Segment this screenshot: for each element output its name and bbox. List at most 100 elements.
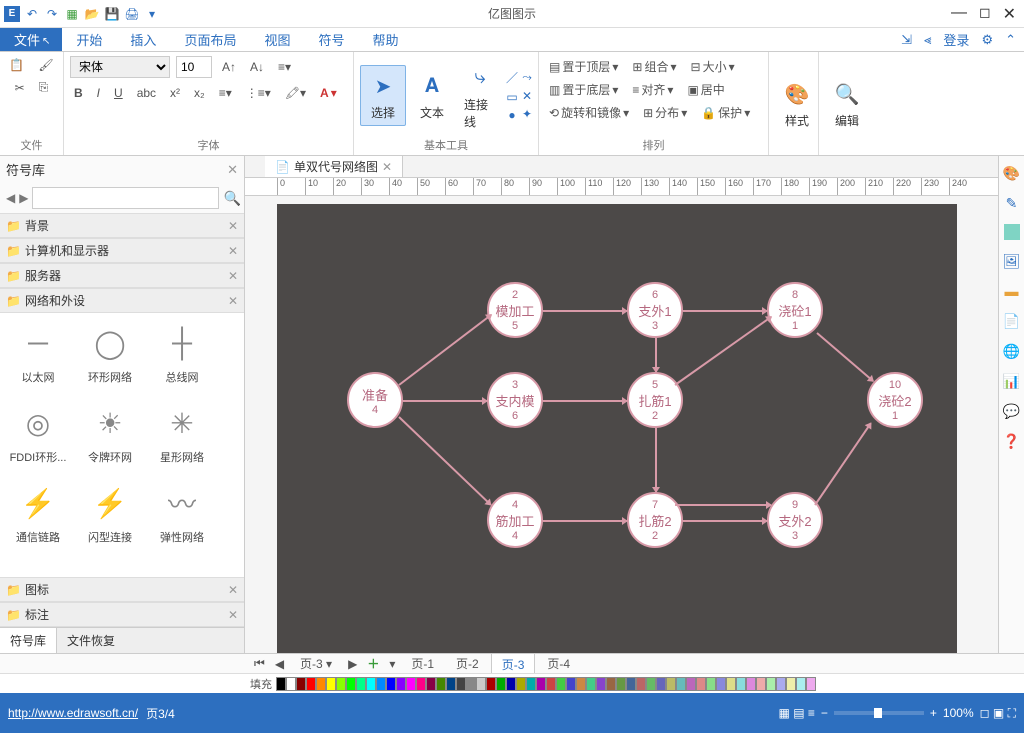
- shape-item[interactable]: ◯环形网络: [74, 319, 146, 399]
- font-size-input[interactable]: [176, 56, 212, 78]
- connector-arrow[interactable]: [674, 316, 771, 386]
- menu-insert[interactable]: 插入: [116, 28, 170, 51]
- superscript-icon[interactable]: x²: [166, 84, 184, 102]
- color-swatch[interactable]: [426, 677, 436, 691]
- color-swatch[interactable]: [456, 677, 466, 691]
- color-swatch[interactable]: [416, 677, 426, 691]
- color-swatch[interactable]: [296, 677, 306, 691]
- print-icon[interactable]: 🖨: [124, 6, 140, 22]
- data-icon[interactable]: 📊: [1003, 372, 1021, 390]
- page-tab-3[interactable]: 页-3: [491, 653, 536, 675]
- status-url[interactable]: http://www.edrawsoft.cn/: [8, 706, 138, 720]
- side-cat-icon[interactable]: 📁图标✕: [0, 577, 244, 602]
- color-swatch[interactable]: [656, 677, 666, 691]
- connector-arrow[interactable]: [403, 400, 487, 402]
- color-swatch[interactable]: [806, 677, 816, 691]
- shape-item[interactable]: ─以太网: [2, 319, 74, 399]
- color-swatch[interactable]: [406, 677, 416, 691]
- color-swatch[interactable]: [746, 677, 756, 691]
- side-nav-back-icon[interactable]: ◀: [6, 191, 15, 205]
- color-swatch[interactable]: [706, 677, 716, 691]
- menu-help[interactable]: 帮助: [358, 28, 412, 51]
- color-swatch[interactable]: [346, 677, 356, 691]
- zoom-out-icon[interactable]: −: [821, 706, 828, 720]
- shape-item[interactable]: ☁因特尔网...: [146, 559, 218, 577]
- sidepanel-close-icon[interactable]: ✕: [227, 162, 238, 178]
- side-tab-recover[interactable]: 文件恢复: [56, 628, 125, 653]
- decrease-font-icon[interactable]: A↓: [246, 58, 268, 76]
- color-swatch[interactable]: [726, 677, 736, 691]
- color-swatch[interactable]: [546, 677, 556, 691]
- color-swatch[interactable]: [436, 677, 446, 691]
- close-icon[interactable]: ✕: [1003, 4, 1016, 24]
- bring-front-button[interactable]: ▤ 置于顶层▾: [545, 56, 622, 77]
- select-tool[interactable]: ➤选择: [360, 65, 406, 126]
- color-swatch[interactable]: [486, 677, 496, 691]
- color-swatch[interactable]: [326, 677, 336, 691]
- color-swatch[interactable]: [496, 677, 506, 691]
- connector-arrow[interactable]: [543, 310, 627, 312]
- page-add-icon[interactable]: ＋: [363, 655, 383, 672]
- page-tab-1[interactable]: 页-1: [401, 653, 444, 674]
- new-icon[interactable]: ▦: [64, 6, 80, 22]
- color-swatch[interactable]: [686, 677, 696, 691]
- doc-tab-close-icon[interactable]: ✕: [382, 160, 392, 174]
- diagram-node[interactable]: 4筋加工4: [487, 492, 543, 548]
- canvas[interactable]: 准备42模加工53支内模64筋加工46支外135扎筋127扎筋228浇砼119支…: [277, 204, 957, 653]
- color-swatch[interactable]: [586, 677, 596, 691]
- side-category[interactable]: 📁计算机和显示器✕: [0, 238, 244, 263]
- italic-icon[interactable]: I: [93, 84, 104, 102]
- side-nav-fwd-icon[interactable]: ▶: [19, 191, 28, 205]
- cut-icon[interactable]: ✂: [11, 79, 29, 97]
- color-swatch[interactable]: [556, 677, 566, 691]
- color-swatch[interactable]: [716, 677, 726, 691]
- undo-icon[interactable]: ↶: [24, 6, 40, 22]
- side-category[interactable]: 📁背景✕: [0, 213, 244, 238]
- view-mode-icon[interactable]: ▦ ▤ ≡: [779, 706, 815, 720]
- side-search-input[interactable]: [32, 187, 219, 209]
- layer-icon[interactable]: ▬: [1003, 282, 1021, 300]
- edit-button[interactable]: 🔍编辑: [825, 74, 869, 133]
- text-tool[interactable]: 𝐀文本: [410, 66, 454, 125]
- color-swatch[interactable]: [516, 677, 526, 691]
- color-swatch[interactable]: [276, 677, 286, 691]
- color-swatch[interactable]: [636, 677, 646, 691]
- send-back-button[interactable]: ▥ 置于底层▾: [545, 79, 622, 100]
- shape-item[interactable]: ◎FDDI环形...: [2, 399, 74, 479]
- page-first-icon[interactable]: ⏮: [250, 656, 269, 671]
- paste-icon[interactable]: 📋: [5, 56, 28, 74]
- settings-icon[interactable]: ⚙: [981, 32, 993, 48]
- style-button[interactable]: 🎨样式: [775, 74, 819, 133]
- diagram-node[interactable]: 2模加工5: [487, 282, 543, 338]
- color-swatch[interactable]: [596, 677, 606, 691]
- side-cat-callout[interactable]: 📁标注✕: [0, 602, 244, 627]
- menu-view[interactable]: 视图: [250, 28, 304, 51]
- comment-icon[interactable]: 💬: [1003, 402, 1021, 420]
- diagram-node[interactable]: 5扎筋12: [627, 372, 683, 428]
- side-category[interactable]: 📁网络和外设✕: [0, 288, 244, 313]
- zoom-in-icon[interactable]: +: [930, 706, 937, 720]
- export-icon[interactable]: ▾: [144, 6, 160, 22]
- color-swatch[interactable]: [286, 677, 296, 691]
- help-icon[interactable]: ❓: [1003, 432, 1021, 450]
- image-icon[interactable]: 🖼: [1003, 252, 1021, 270]
- curve-shape-icon[interactable]: ⤳: [522, 70, 532, 85]
- connector-arrow[interactable]: [543, 520, 627, 522]
- minimize-icon[interactable]: —: [951, 4, 967, 24]
- diagram-node[interactable]: 3支内模6: [487, 372, 543, 428]
- font-color-icon[interactable]: A▾: [316, 84, 341, 102]
- color-swatch[interactable]: [396, 677, 406, 691]
- color-swatch[interactable]: [376, 677, 386, 691]
- diagram-node[interactable]: 准备4: [347, 372, 403, 428]
- rect-shape-icon[interactable]: ▭: [506, 90, 517, 104]
- connector-tool[interactable]: ⤷连接线: [458, 58, 502, 134]
- color-swatch[interactable]: [796, 677, 806, 691]
- color-swatch[interactable]: [536, 677, 546, 691]
- search-icon[interactable]: 🔍: [223, 190, 240, 207]
- color-swatch[interactable]: [786, 677, 796, 691]
- menu-layout[interactable]: 页面布局: [170, 28, 250, 51]
- side-category[interactable]: 📁服务器✕: [0, 263, 244, 288]
- diagram-node[interactable]: 7扎筋22: [627, 492, 683, 548]
- color-swatch[interactable]: [766, 677, 776, 691]
- menu-start[interactable]: 开始: [62, 28, 116, 51]
